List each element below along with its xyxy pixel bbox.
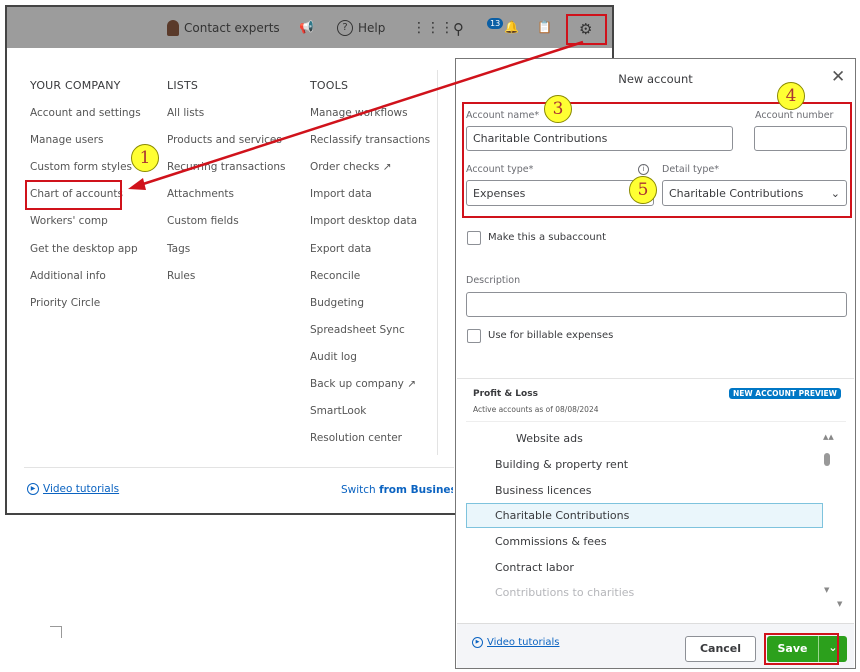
annotation-arrow: [128, 40, 584, 190]
annotation-4: 4: [777, 82, 805, 110]
annotation-3: 3: [544, 95, 572, 123]
annotation-5: 5: [629, 176, 657, 204]
annotation-1: 1: [131, 144, 159, 172]
